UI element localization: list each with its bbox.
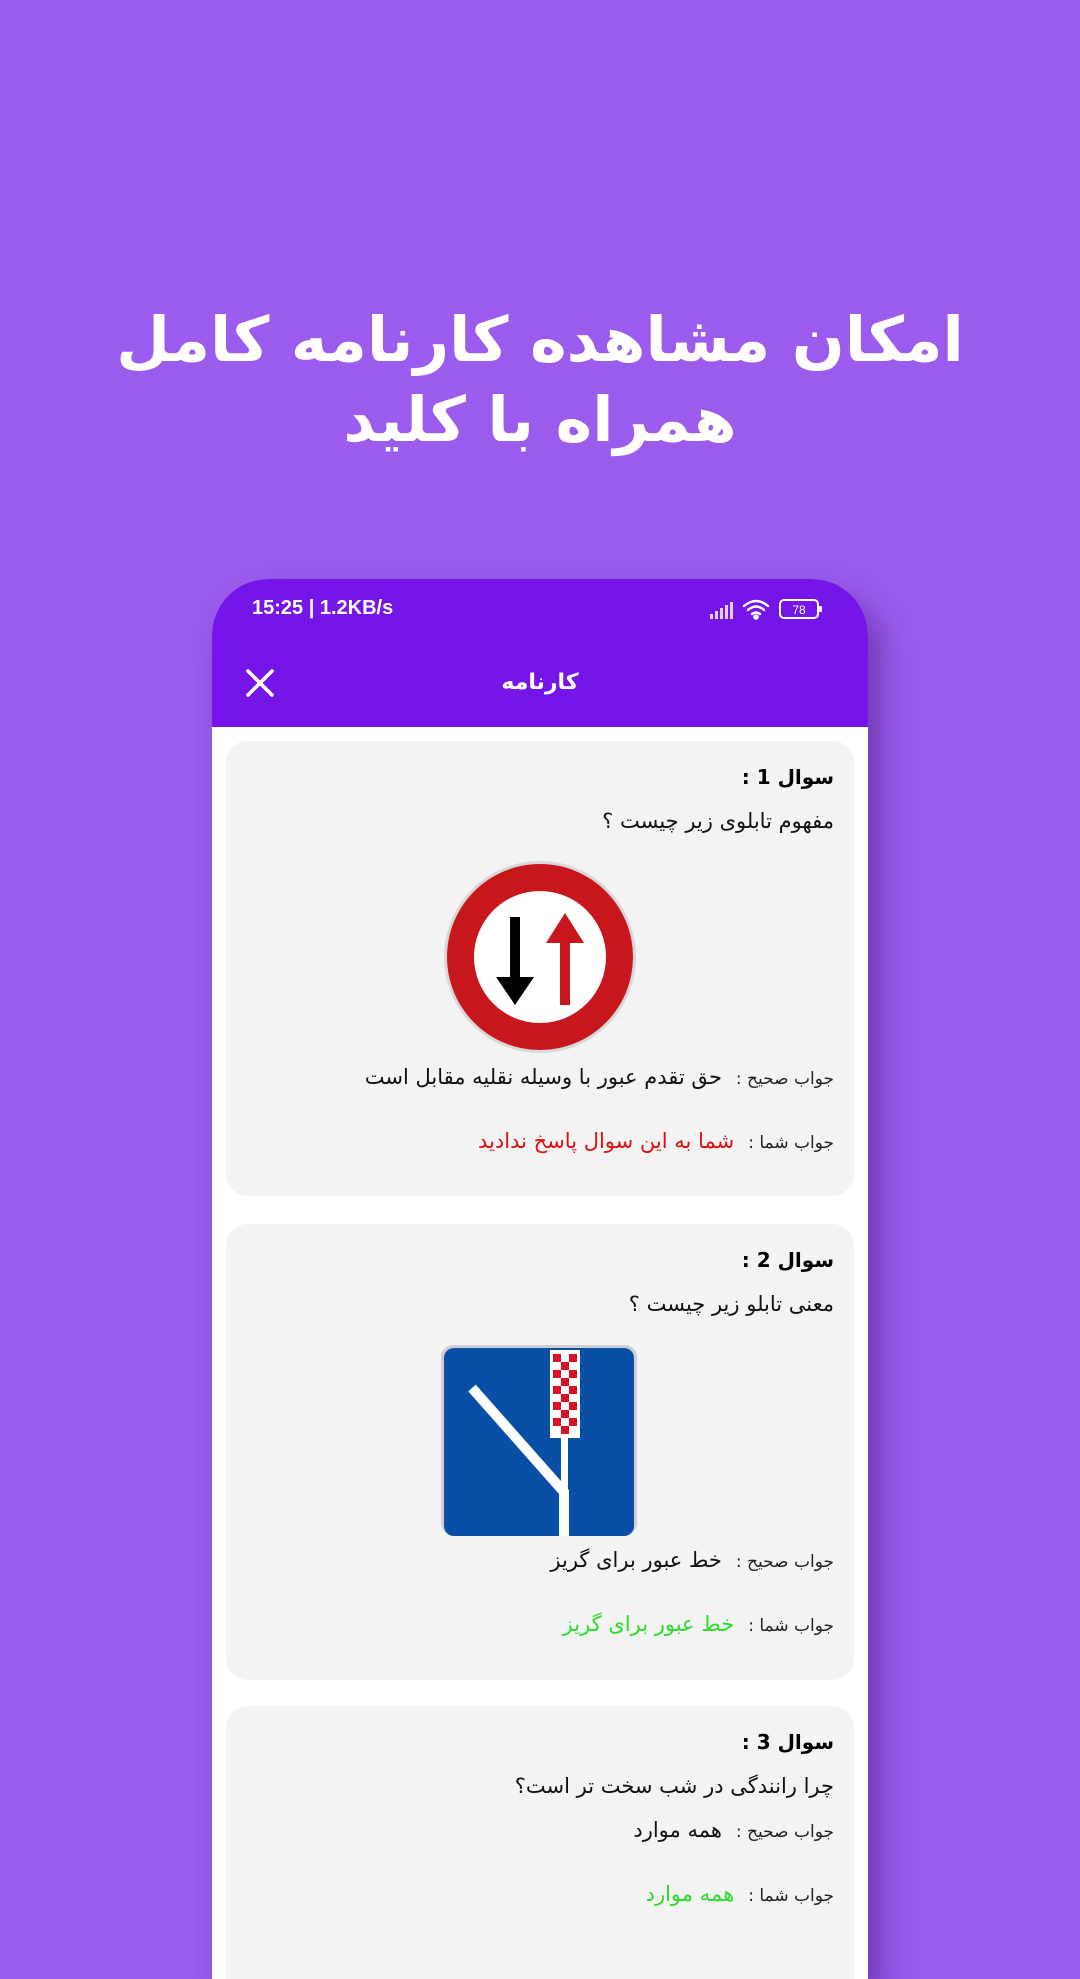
your-answer-value: خط عبور برای گریز [562, 1612, 735, 1636]
your-answer-label: جواب شما : [748, 1616, 834, 1636]
question-title: سوال 1 : [741, 765, 834, 789]
signal-icon [710, 602, 733, 619]
your-answer-row: جواب شما : همه موارد [646, 1882, 834, 1906]
your-answer-row: جواب شما : خط عبور برای گریز [563, 1612, 834, 1636]
correct-answer-row: جواب صحیح : خط عبور برای گریز [550, 1548, 834, 1572]
correct-answer-value: همه موارد [633, 1818, 722, 1842]
your-answer-label: جواب شما : [748, 1133, 834, 1153]
battery-icon: 78 [779, 599, 822, 619]
question-title: سوال 3 : [741, 1730, 834, 1754]
app-bar: کارنامه [212, 639, 868, 727]
status-time: 15:25 | 1.2KB/s [252, 597, 394, 619]
battery-level: 78 [792, 603, 806, 617]
question-text: معنی تابلو زیر چیست ؟ [628, 1292, 834, 1316]
headline-line-2: همراه با کلید [343, 383, 737, 456]
correct-answer-label: جواب صحیح : [735, 1552, 834, 1572]
status-bar: 15:25 | 1.2KB/s 78 [212, 579, 868, 639]
question-card-1: سوال 1 : مفهوم تابلوی زیر چیست ؟ جواب صح… [226, 741, 854, 1196]
promo-headline: امکان مشاهده کارنامه کامل همراه با کلید [0, 300, 1080, 460]
page-title: کارنامه [501, 670, 579, 695]
question-title: سوال 2 : [741, 1248, 834, 1272]
your-answer-label: جواب شما : [748, 1886, 834, 1906]
question-text: چرا رانندگی در شب سخت تر است؟ [514, 1774, 834, 1798]
your-answer-row: جواب شما : شما به این سوال پاسخ ندادید [478, 1129, 834, 1153]
escape-lane-sign [441, 1345, 637, 1536]
priority-to-oncoming-traffic-sign [444, 861, 636, 1053]
correct-answer-row: جواب صحیح : حق تقدم عبور با وسیله نقلیه … [365, 1065, 834, 1089]
correct-answer-value: خط عبور برای گریز [550, 1548, 722, 1572]
correct-answer-label: جواب صحیح : [735, 1069, 834, 1089]
question-card-3: سوال 3 : چرا رانندگی در شب سخت تر است؟ ج… [226, 1706, 854, 1979]
correct-answer-row: جواب صحیح : همه موارد [633, 1818, 834, 1842]
status-icons: 78 [710, 599, 822, 620]
your-answer-value: همه موارد [645, 1882, 735, 1906]
question-text: مفهوم تابلوی زیر چیست ؟ [602, 809, 834, 833]
question-card-2: سوال 2 : معنی تابلو زیر چیست ؟ جواب صحیح… [226, 1224, 854, 1680]
correct-answer-value: حق تقدم عبور با وسیله نقلیه مقابل است [364, 1065, 722, 1089]
headline-line-1: امکان مشاهده کارنامه کامل [116, 303, 964, 376]
close-icon[interactable] [240, 663, 280, 703]
wifi-icon [742, 599, 770, 620]
phone-frame: 15:25 | 1.2KB/s 78 کارنامه سوال 1: مفهو… [212, 579, 868, 1979]
correct-answer-label: جواب صحیح : [735, 1822, 834, 1842]
report-list[interactable]: سوال 1 : مفهوم تابلوی زیر چیست ؟ جواب صح… [212, 727, 868, 1979]
your-answer-value: شما به این سوال پاسخ ندادید [478, 1129, 735, 1153]
